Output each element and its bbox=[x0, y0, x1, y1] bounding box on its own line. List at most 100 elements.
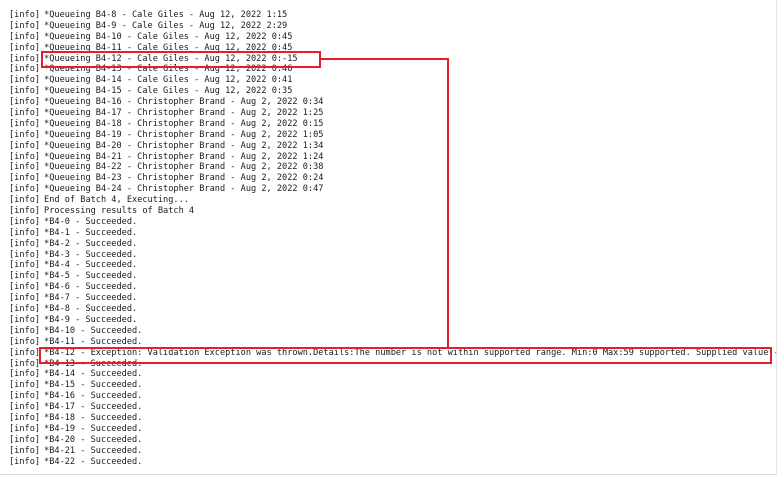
log-line: [info] *B4-18 - Succeeded. bbox=[9, 413, 779, 424]
log-message: *Queueing B4-11 - Cale Giles - Aug 12, 2… bbox=[44, 42, 293, 53]
log-level: [info] bbox=[9, 129, 41, 140]
log-message: *B4-7 - Succeeded. bbox=[44, 293, 138, 304]
log-message: *B4-22 - Succeeded. bbox=[44, 456, 143, 467]
log-level: [info] bbox=[9, 206, 41, 217]
log-level: [info] bbox=[9, 314, 41, 325]
log-message: *B4-17 - Succeeded. bbox=[44, 402, 143, 413]
log-message: *B4-12 - Exception: Validation Exception… bbox=[44, 347, 779, 358]
panel-bottom-border bbox=[0, 474, 776, 475]
panel-right-border bbox=[776, 0, 777, 475]
log-line: [info] *Queueing B4-11 - Cale Giles - Aug… bbox=[9, 43, 779, 54]
log-line: [info] *Queueing B4-19 - Christopher Bran… bbox=[9, 130, 779, 141]
log-message: *B4-16 - Succeeded. bbox=[44, 391, 143, 402]
log-message: *B4-11 - Succeeded. bbox=[44, 336, 143, 347]
log-level: [info] bbox=[9, 64, 41, 75]
log-line: [info] *Queueing B4-12 - Cale Giles - Aug… bbox=[9, 54, 779, 65]
log-message: *Queueing B4-17 - Christopher Brand - Au… bbox=[44, 108, 324, 119]
log-message: *Queueing B4-10 - Cale Giles - Aug 12, 2… bbox=[44, 31, 293, 42]
log-level: [info] bbox=[9, 391, 41, 402]
log-line: [info] *Queueing B4-10 - Cale Giles - Aug… bbox=[9, 32, 779, 43]
log-level: [info] bbox=[9, 42, 41, 53]
log-line: [info] *B4-0 - Succeeded. bbox=[9, 217, 779, 228]
log-message: *B4-21 - Succeeded. bbox=[44, 445, 143, 456]
log-message: *B4-9 - Succeeded. bbox=[44, 314, 138, 325]
log-level: [info] bbox=[9, 140, 41, 151]
log-line: [info] *B4-22 - Succeeded. bbox=[9, 457, 779, 468]
log-message: *Queueing B4-16 - Christopher Brand - Au… bbox=[44, 97, 324, 108]
log-message: *B4-0 - Succeeded. bbox=[44, 216, 138, 227]
log-message: *B4-1 - Succeeded. bbox=[44, 227, 138, 238]
log-level: [info] bbox=[9, 195, 41, 206]
log-message: *B4-8 - Succeeded. bbox=[44, 304, 138, 315]
log-line: [info] *B4-17 - Succeeded. bbox=[9, 402, 779, 413]
log-message: *B4-10 - Succeeded. bbox=[44, 325, 143, 336]
log-output-panel[interactable]: [info] *Queueing B4-8 - Cale Giles - Aug … bbox=[0, 0, 784, 481]
log-message: *Queueing B4-9 - Cale Giles - Aug 12, 20… bbox=[44, 20, 288, 31]
log-level: [info] bbox=[9, 412, 41, 423]
log-message: *Queueing B4-20 - Christopher Brand - Au… bbox=[44, 140, 324, 151]
log-message: End of Batch 4, Executing... bbox=[44, 195, 189, 206]
log-level: [info] bbox=[9, 118, 41, 129]
log-level: [info] bbox=[9, 75, 41, 86]
log-level: [info] bbox=[9, 402, 41, 413]
log-level: [info] bbox=[9, 249, 41, 260]
log-level: [info] bbox=[9, 86, 41, 97]
log-line: [info] *B4-6 - Succeeded. bbox=[9, 282, 779, 293]
log-message: *B4-6 - Succeeded. bbox=[44, 282, 138, 293]
log-level: [info] bbox=[9, 53, 41, 64]
log-message: Processing results of Batch 4 bbox=[44, 206, 195, 217]
log-line: [info] *B4-12 - Exception: Validation Exc… bbox=[9, 348, 779, 359]
log-message: *B4-14 - Succeeded. bbox=[44, 369, 143, 380]
log-level: [info] bbox=[9, 238, 41, 249]
log-level: [info] bbox=[9, 184, 41, 195]
log-message: *B4-3 - Succeeded. bbox=[44, 249, 138, 260]
log-level: [info] bbox=[9, 227, 41, 238]
log-message: *Queueing B4-18 - Christopher Brand - Au… bbox=[44, 118, 324, 129]
log-line: [info] *B4-14 - Succeeded. bbox=[9, 369, 779, 380]
log-line: [info] *B4-15 - Succeeded. bbox=[9, 380, 779, 391]
log-message: *Queueing B4-22 - Christopher Brand - Au… bbox=[44, 162, 324, 173]
log-line: [info] *B4-2 - Succeeded. bbox=[9, 239, 779, 250]
log-line: [info] *Queueing B4-24 - Christopher Bran… bbox=[9, 184, 779, 195]
log-message: *Queueing B4-8 - Cale Giles - Aug 12, 20… bbox=[44, 10, 288, 20]
log-level: [info] bbox=[9, 97, 41, 108]
log-message: *Queueing B4-19 - Christopher Brand - Au… bbox=[44, 129, 324, 140]
log-line: [info] *B4-11 - Succeeded. bbox=[9, 337, 779, 348]
log-message: *Queueing B4-14 - Cale Giles - Aug 12, 2… bbox=[44, 75, 293, 86]
log-level: [info] bbox=[9, 162, 41, 173]
log-level: [info] bbox=[9, 108, 41, 119]
log-level: [info] bbox=[9, 260, 41, 271]
log-level: [info] bbox=[9, 216, 41, 227]
log-level: [info] bbox=[9, 380, 41, 391]
log-level: [info] bbox=[9, 456, 41, 467]
log-line: [info] *Queueing B4-17 - Christopher Bran… bbox=[9, 108, 779, 119]
log-line: [info] *Queueing B4-13 - Cale Giles - Aug… bbox=[9, 64, 779, 75]
log-line: [info] *Queueing B4-22 - Christopher Bran… bbox=[9, 162, 779, 173]
log-line: [info] *Queueing B4-9 - Cale Giles - Aug … bbox=[9, 21, 779, 32]
log-message: *Queueing B4-13 - Cale Giles - Aug 12, 2… bbox=[44, 64, 293, 75]
log-level: [info] bbox=[9, 10, 41, 20]
log-line: [info] *Queueing B4-18 - Christopher Bran… bbox=[9, 119, 779, 130]
log-level: [info] bbox=[9, 282, 41, 293]
log-line: [info] *Queueing B4-21 - Christopher Bran… bbox=[9, 152, 779, 163]
log-message: *B4-20 - Succeeded. bbox=[44, 434, 143, 445]
log-line: [info] *B4-20 - Succeeded. bbox=[9, 435, 779, 446]
log-message: *Queueing B4-15 - Cale Giles - Aug 12, 2… bbox=[44, 86, 293, 97]
log-message: *Queueing B4-12 - Cale Giles - Aug 12, 2… bbox=[44, 53, 298, 64]
log-line: [info] *Queueing B4-16 - Christopher Bran… bbox=[9, 97, 779, 108]
log-message: *B4-15 - Succeeded. bbox=[44, 380, 143, 391]
log-line: [info] *B4-19 - Succeeded. bbox=[9, 424, 779, 435]
log-line: [info] *B4-8 - Succeeded. bbox=[9, 304, 779, 315]
log-level: [info] bbox=[9, 347, 41, 358]
log-message: *Queueing B4-24 - Christopher Brand - Au… bbox=[44, 184, 324, 195]
log-level: [info] bbox=[9, 271, 41, 282]
log-line: [info] *B4-16 - Succeeded. bbox=[9, 391, 779, 402]
log-line: [info] *B4-10 - Succeeded. bbox=[9, 326, 779, 337]
log-level: [info] bbox=[9, 358, 41, 369]
log-message: *B4-18 - Succeeded. bbox=[44, 412, 143, 423]
log-level: [info] bbox=[9, 325, 41, 336]
log-line: [info] *B4-4 - Succeeded. bbox=[9, 260, 779, 271]
log-line: [info] *Queueing B4-15 - Cale Giles - Aug… bbox=[9, 86, 779, 97]
log-level: [info] bbox=[9, 151, 41, 162]
log-line: [info] *B4-9 - Succeeded. bbox=[9, 315, 779, 326]
